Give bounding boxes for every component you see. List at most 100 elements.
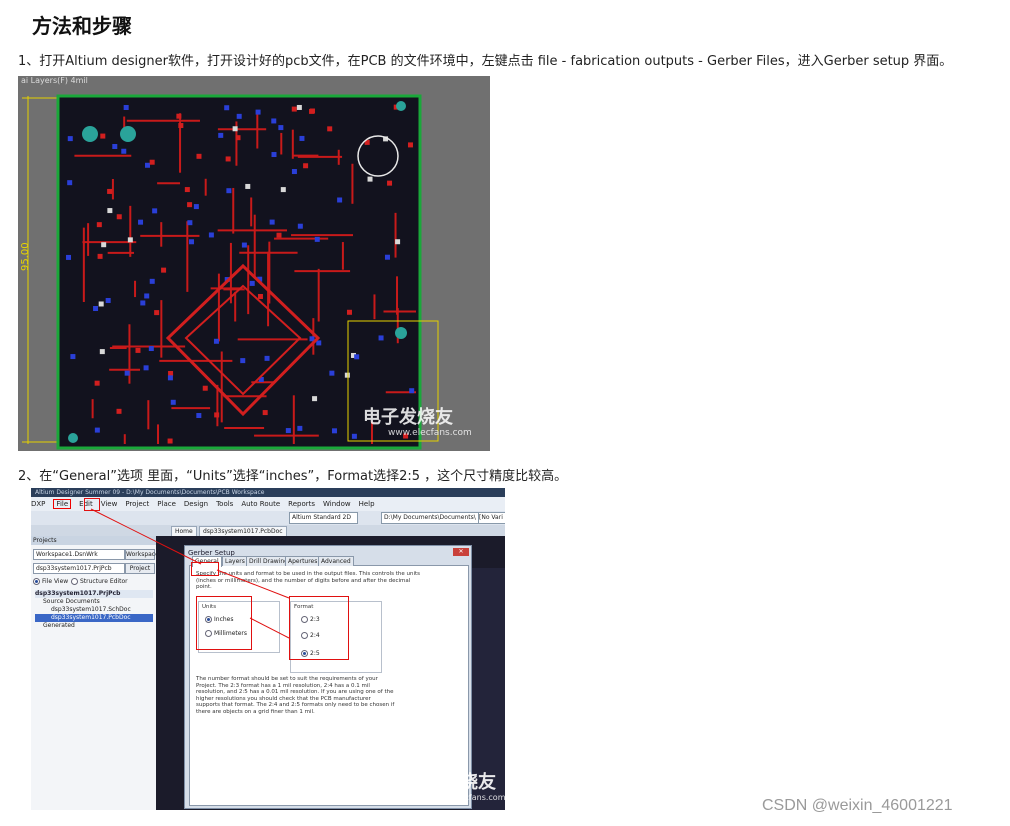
pcb-pad: [196, 153, 202, 159]
annotation-lines: [90, 508, 290, 639]
pcb-pad: [331, 428, 337, 434]
pcb-pad: [208, 232, 214, 238]
pcb-pad: [249, 280, 255, 286]
pcb-pad: [196, 413, 202, 419]
pcb-board-drawing: [18, 76, 490, 451]
pcb-pad: [257, 293, 263, 299]
pcb-pad: [161, 267, 167, 273]
pcb-pad: [67, 180, 73, 186]
pcb-pad: [316, 340, 322, 346]
pcb-pad: [327, 126, 333, 132]
pcb-pad: [232, 126, 238, 132]
pcb-pad: [167, 438, 173, 444]
pcb-pad: [152, 208, 158, 214]
pcb-pad: [149, 278, 155, 284]
pcb-pad: [98, 301, 104, 307]
pcb-pad: [351, 433, 357, 439]
pcb-pad: [329, 370, 335, 376]
pcb-pad: [409, 388, 415, 394]
pcb-pad: [67, 136, 73, 142]
pcb-pad: [100, 133, 106, 139]
pcb-layout-image: ai Layers(F) 4mil 95.00 电子发烧友 www.elecfa…: [18, 76, 490, 451]
pcb-dimension-label: 95.00: [20, 242, 31, 271]
pcb-pad: [271, 152, 277, 158]
pcb-pad: [303, 163, 309, 169]
pcb-pad: [387, 180, 393, 186]
pcb-pad: [384, 254, 390, 260]
pcb-watermark: 电子发烧友: [363, 407, 453, 428]
pcb-pad: [346, 309, 352, 315]
pcb-pad: [107, 208, 113, 214]
pcb-pad: [94, 427, 100, 433]
pcb-pad: [291, 169, 297, 175]
pcb-pad: [178, 123, 184, 129]
step-1-text: 1、打开Altium designer软件，打开设计好的pcb文件，在PCB 的…: [18, 54, 953, 69]
pcb-pad: [367, 176, 373, 182]
pcb-pad: [70, 354, 76, 360]
pcb-layer-label: ai Layers(F) 4mil: [21, 76, 88, 85]
pcb-pad: [101, 242, 107, 248]
pcb-pad: [235, 135, 241, 141]
pcb-pad: [143, 365, 149, 371]
pcb-pad: [264, 355, 270, 361]
gerber-watermark-url: www.elecfans.com: [431, 793, 505, 802]
pcb-pad: [193, 204, 199, 210]
pcb-pad: [312, 396, 318, 402]
pcb-pad: [138, 219, 144, 225]
pcb-pad: [105, 298, 111, 304]
pcb-pad: [240, 358, 246, 364]
pcb-pad: [97, 253, 103, 259]
pcb-pad: [218, 132, 224, 138]
pcb-pad: [94, 380, 100, 386]
pcb-pad: [99, 349, 105, 355]
pcb-pad: [116, 214, 122, 220]
pcb-pad: [236, 113, 242, 119]
pcb-pad: [116, 408, 122, 414]
pcb-pad: [168, 371, 174, 377]
pcb-pad: [144, 293, 150, 299]
pcb-pad: [354, 354, 360, 360]
pcb-pad: [224, 105, 230, 111]
pcb-pad: [407, 142, 413, 148]
pcb-pad: [124, 370, 130, 376]
pcb-pad: [285, 428, 291, 434]
pcb-watermark-url: www.elecfans.com: [388, 428, 472, 438]
gerber-setup-screenshot: Altium Designer Summer 09 - D:\My Docume…: [31, 488, 505, 810]
step-2-text: 2、在“General”选项 里面，“Units”选择“inches”，Form…: [18, 469, 568, 484]
pcb-pad: [121, 148, 127, 154]
pcb-pad: [297, 223, 303, 229]
pcb-pad: [314, 236, 320, 242]
pcb-pad: [276, 232, 282, 238]
page-title: 方法和步骤: [32, 14, 132, 38]
pcb-pad: [297, 425, 303, 431]
pcb-pad: [66, 254, 72, 260]
pcb-pad: [148, 346, 154, 352]
pcb-pad: [93, 306, 99, 312]
pcb-pad: [245, 183, 251, 189]
pcb-pad: [140, 300, 146, 306]
pcb-pad: [278, 125, 284, 131]
pcb-pad: [187, 202, 193, 208]
pcb-pad: [127, 237, 133, 243]
pcb-pad: [214, 412, 220, 418]
pcb-pad: [123, 104, 129, 110]
pcb-pad: [269, 219, 275, 225]
pcb-pad: [154, 310, 160, 316]
pcb-pad: [202, 385, 208, 391]
pcb-pad: [149, 159, 155, 165]
pcb-pad: [395, 239, 401, 245]
pcb-pad: [226, 188, 232, 194]
pcb-pad: [241, 242, 247, 248]
pcb-pad: [135, 347, 141, 353]
pcb-pad: [262, 410, 268, 416]
pcb-pad: [309, 108, 315, 114]
pcb-pad: [187, 220, 193, 226]
pcb-pad: [145, 162, 151, 168]
pcb-pad: [255, 109, 261, 115]
pcb-pad: [280, 187, 286, 193]
csdn-watermark: CSDN @weixin_46001221: [762, 797, 953, 814]
gerber-watermark: 电子发烧友: [406, 772, 496, 793]
pcb-pad: [337, 197, 343, 203]
pcb-pad: [112, 144, 118, 150]
pcb-pad: [296, 104, 302, 110]
